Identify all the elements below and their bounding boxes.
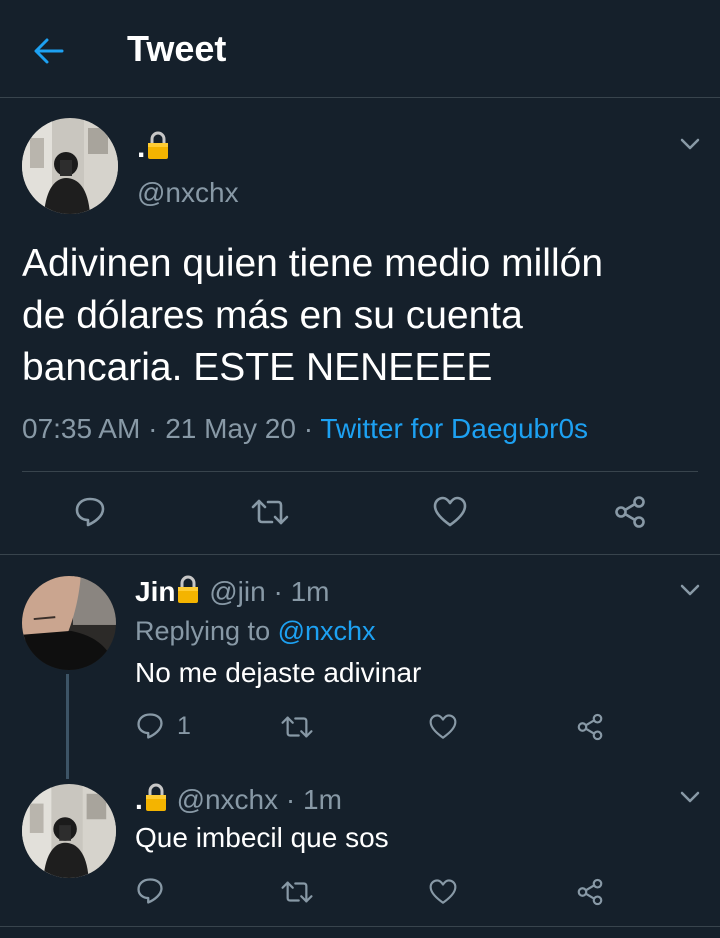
heart-icon	[428, 713, 458, 741]
share-button[interactable]	[575, 712, 605, 742]
avatar[interactable]	[22, 118, 118, 214]
author-handle[interactable]: @nxchx	[137, 177, 239, 209]
author-name[interactable]: .	[135, 784, 143, 815]
share-button[interactable]	[575, 877, 605, 907]
chevron-down-icon[interactable]	[677, 577, 703, 603]
replying-to: Replying to @nxchx	[135, 616, 376, 647]
reply-button[interactable]	[135, 876, 165, 906]
like-button[interactable]	[432, 495, 468, 529]
meta-separator: ·	[295, 413, 321, 444]
thread-line	[66, 674, 69, 779]
chevron-down-icon[interactable]	[677, 131, 703, 157]
retweet-icon	[280, 877, 314, 907]
meta-separator: ·	[140, 413, 166, 444]
tweet-client-link[interactable]: Twitter for Daegubr0s	[320, 413, 588, 444]
author-name: .	[137, 131, 146, 164]
author-handle[interactable]: @nxchx	[177, 784, 279, 815]
retweet-button[interactable]	[280, 877, 314, 907]
share-button[interactable]	[612, 494, 648, 530]
top-bar: Tweet	[0, 0, 720, 98]
tweet-time: 07:35 AM	[22, 413, 141, 444]
avatar[interactable]	[22, 784, 116, 878]
tweet-text-line: bancaria. ESTE NENEEEE	[22, 346, 493, 389]
replying-to-link[interactable]: @nxchx	[278, 616, 376, 646]
reply-button[interactable]	[73, 495, 107, 529]
share-icon	[575, 877, 605, 907]
lock-icon	[145, 130, 171, 160]
divider	[0, 554, 720, 555]
heart-icon	[428, 878, 458, 906]
reply-icon	[135, 876, 165, 906]
reply-time: 1m	[290, 576, 330, 607]
reply-icon	[135, 711, 165, 741]
reply-header: . @nxchx · 1m	[135, 782, 342, 816]
author-name[interactable]: Jin	[135, 576, 175, 607]
reply-text: No me dejaste adivinar	[135, 657, 422, 688]
retweet-icon	[250, 495, 290, 529]
reply-count: 1	[177, 711, 191, 740]
like-button[interactable]	[428, 878, 458, 906]
tweet-text-line: de dólares más en su cuenta	[22, 294, 523, 337]
reply-text: Que imbecil que sos	[135, 822, 389, 853]
reply-header: Jin @jin · 1m	[135, 574, 329, 608]
meta-separator: ·	[278, 784, 304, 815]
retweet-button[interactable]	[280, 712, 314, 742]
lock-icon	[175, 574, 201, 604]
meta-separator: ·	[265, 576, 291, 607]
retweet-icon	[280, 712, 314, 742]
page-title: Tweet	[127, 28, 227, 69]
lock-icon	[143, 782, 169, 812]
tweet-text: Adivinen quien tiene medio millón de dól…	[22, 238, 702, 394]
author-name-row[interactable]: .	[137, 130, 171, 165]
author-handle[interactable]: @jin	[209, 576, 265, 607]
retweet-button[interactable]	[250, 495, 290, 529]
back-arrow-icon[interactable]	[30, 32, 68, 70]
like-button[interactable]	[428, 713, 458, 741]
tweet-text-line: Adivinen quien tiene medio millón	[22, 242, 604, 285]
heart-icon	[432, 495, 468, 529]
avatar[interactable]	[22, 576, 116, 670]
reply-button[interactable]: 1	[135, 711, 191, 741]
reply-icon	[73, 495, 107, 529]
chevron-down-icon[interactable]	[677, 784, 703, 810]
tweet-date: 21 May 20	[165, 413, 296, 444]
reply-time: 1m	[303, 784, 342, 815]
divider	[0, 926, 720, 927]
share-icon	[575, 712, 605, 742]
share-icon	[612, 494, 648, 530]
replying-label: Replying to	[135, 616, 271, 646]
tweet-meta: 07:35 AM · 21 May 20 · Twitter for Daegu…	[22, 413, 588, 445]
divider	[22, 471, 698, 472]
